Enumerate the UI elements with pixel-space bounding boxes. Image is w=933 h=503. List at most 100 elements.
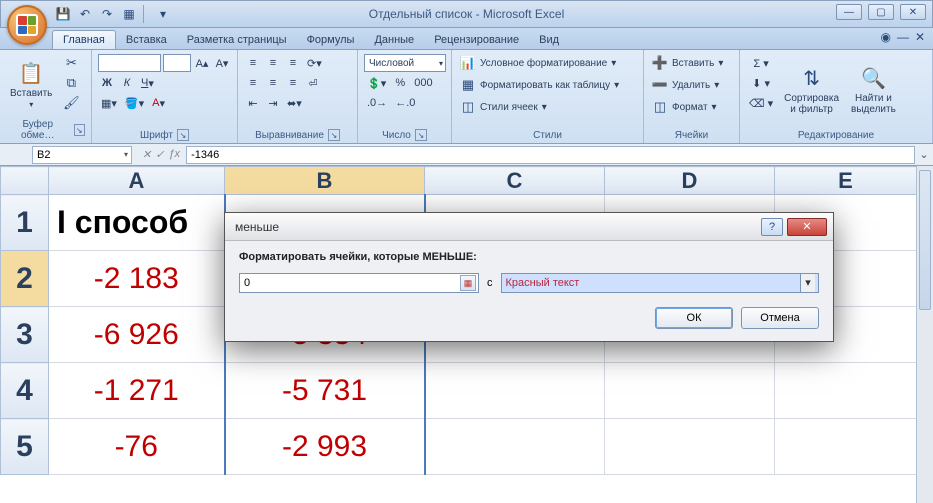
- cell-d5[interactable]: [605, 419, 775, 475]
- clipboard-dialog-launcher[interactable]: ↘: [74, 124, 86, 136]
- alignment-dialog-launcher[interactable]: ↘: [328, 129, 340, 141]
- tab-page-layout[interactable]: Разметка страницы: [177, 31, 297, 49]
- enter-formula-button[interactable]: ✓: [155, 148, 164, 161]
- qat-undo-button[interactable]: ↶: [75, 4, 95, 24]
- window-minimize-button[interactable]: —: [836, 4, 862, 20]
- align-left-button[interactable]: ≡: [244, 74, 262, 92]
- dialog-close-button[interactable]: ✕: [787, 218, 827, 236]
- align-center-button[interactable]: ≡: [264, 74, 282, 92]
- underline-button[interactable]: Ч▾: [138, 74, 157, 92]
- cells-format-button[interactable]: ◫Формат ▾: [650, 98, 733, 116]
- percent-format-button[interactable]: %: [391, 74, 409, 92]
- italic-button[interactable]: К: [118, 74, 136, 92]
- dialog-help-button[interactable]: ?: [761, 218, 783, 236]
- fill-color-button[interactable]: 🪣▾: [122, 94, 147, 112]
- format-painter-button[interactable]: 🖌: [60, 94, 82, 112]
- clear-button[interactable]: ⌫ ▾: [746, 94, 776, 112]
- cell-b4[interactable]: -5 731: [225, 363, 425, 419]
- cell-a5[interactable]: -76: [49, 419, 225, 475]
- qat-redo-button[interactable]: ↷: [97, 4, 117, 24]
- orientation-button[interactable]: ⟳▾: [304, 54, 325, 72]
- cell-styles-button[interactable]: ◫Стили ячеек ▾: [458, 98, 637, 116]
- wrap-text-button[interactable]: ⏎: [304, 74, 322, 92]
- align-top-button[interactable]: ≡: [244, 54, 262, 72]
- shrink-font-button[interactable]: A▾: [213, 54, 231, 72]
- tab-formulas[interactable]: Формулы: [297, 31, 365, 49]
- col-header-d[interactable]: D: [605, 167, 775, 195]
- comma-format-button[interactable]: 000: [411, 74, 435, 92]
- qat-styles-button[interactable]: ▦: [119, 4, 139, 24]
- sort-filter-button[interactable]: ⇅ Сортировка и фильтр: [780, 54, 843, 128]
- col-header-c[interactable]: C: [425, 167, 605, 195]
- increase-decimal-button[interactable]: .0→: [364, 94, 390, 112]
- name-box[interactable]: B2: [32, 146, 132, 164]
- format-style-select[interactable]: Красный текст: [501, 273, 820, 293]
- qat-save-button[interactable]: 💾: [53, 4, 73, 24]
- threshold-input[interactable]: 0 ▦: [239, 273, 479, 293]
- ok-button[interactable]: ОК: [655, 307, 733, 329]
- window-close-button[interactable]: ✕: [900, 4, 926, 20]
- vertical-scrollbar[interactable]: [916, 166, 933, 503]
- copy-button[interactable]: ⧉: [60, 74, 82, 92]
- cell-a2[interactable]: -2 183: [49, 251, 225, 307]
- grow-font-button[interactable]: A▴: [193, 54, 211, 72]
- dialog-titlebar[interactable]: меньше ? ✕: [225, 213, 833, 241]
- tab-home[interactable]: Главная: [52, 30, 116, 49]
- cell-e4[interactable]: [775, 363, 917, 419]
- select-all-corner[interactable]: [1, 167, 49, 195]
- accounting-format-button[interactable]: 💲▾: [364, 74, 389, 92]
- row-header-3[interactable]: 3: [1, 307, 49, 363]
- paste-button[interactable]: 📋 Вставить ▾: [6, 54, 56, 117]
- window-maximize-button[interactable]: ▢: [868, 4, 894, 20]
- fill-button[interactable]: ⬇ ▾: [746, 74, 776, 92]
- decrease-indent-button[interactable]: ⇤: [244, 94, 262, 112]
- decrease-decimal-button[interactable]: ←.0: [392, 94, 418, 112]
- cell-c4[interactable]: [425, 363, 605, 419]
- ribbon-minimize-button[interactable]: —: [897, 30, 909, 44]
- autosum-button[interactable]: Σ ▾: [746, 54, 776, 72]
- bold-button[interactable]: Ж: [98, 74, 116, 92]
- align-middle-button[interactable]: ≡: [264, 54, 282, 72]
- align-right-button[interactable]: ≡: [284, 74, 302, 92]
- font-color-button[interactable]: A▾: [149, 94, 168, 112]
- cell-a4[interactable]: -1 271: [49, 363, 225, 419]
- find-select-button[interactable]: 🔍 Найти и выделить: [847, 54, 900, 128]
- tab-data[interactable]: Данные: [364, 31, 424, 49]
- scrollbar-thumb[interactable]: [919, 170, 931, 310]
- merge-center-button[interactable]: ⬌▾: [284, 94, 305, 112]
- number-dialog-launcher[interactable]: ↘: [415, 129, 427, 141]
- ribbon-help-button[interactable]: ◉: [880, 30, 890, 44]
- font-name-combo[interactable]: [98, 54, 161, 72]
- tab-insert[interactable]: Вставка: [116, 31, 177, 49]
- cell-a3[interactable]: -6 926: [49, 307, 225, 363]
- align-bottom-button[interactable]: ≡: [284, 54, 302, 72]
- format-as-table-button[interactable]: ▦Форматировать как таблицу ▾: [458, 76, 637, 94]
- row-header-5[interactable]: 5: [1, 419, 49, 475]
- cancel-formula-button[interactable]: ✕: [142, 148, 151, 161]
- formula-input[interactable]: -1346: [186, 146, 915, 164]
- cut-button[interactable]: ✂: [60, 54, 82, 72]
- cells-delete-button[interactable]: ➖Удалить ▾: [650, 76, 733, 94]
- range-picker-button[interactable]: ▦: [460, 275, 476, 291]
- workbook-close-button[interactable]: ✕: [915, 30, 925, 44]
- qat-customize-button[interactable]: ▾: [153, 4, 173, 24]
- conditional-formatting-button[interactable]: 📊Условное форматирование ▾: [458, 54, 637, 72]
- row-header-1[interactable]: 1: [1, 195, 49, 251]
- cancel-button[interactable]: Отмена: [741, 307, 819, 329]
- cell-c5[interactable]: [425, 419, 605, 475]
- increase-indent-button[interactable]: ⇥: [264, 94, 282, 112]
- font-size-combo[interactable]: [163, 54, 191, 72]
- borders-button[interactable]: ▦▾: [98, 94, 120, 112]
- col-header-b[interactable]: B: [225, 167, 425, 195]
- row-header-4[interactable]: 4: [1, 363, 49, 419]
- col-header-a[interactable]: A: [49, 167, 225, 195]
- cell-b5[interactable]: -2 993: [225, 419, 425, 475]
- cell-a1[interactable]: I способ: [49, 195, 225, 251]
- cell-d4[interactable]: [605, 363, 775, 419]
- tab-view[interactable]: Вид: [529, 31, 569, 49]
- cell-e5[interactable]: [775, 419, 917, 475]
- col-header-e[interactable]: E: [775, 167, 917, 195]
- row-header-2[interactable]: 2: [1, 251, 49, 307]
- tab-review[interactable]: Рецензирование: [424, 31, 529, 49]
- office-button[interactable]: [7, 5, 47, 45]
